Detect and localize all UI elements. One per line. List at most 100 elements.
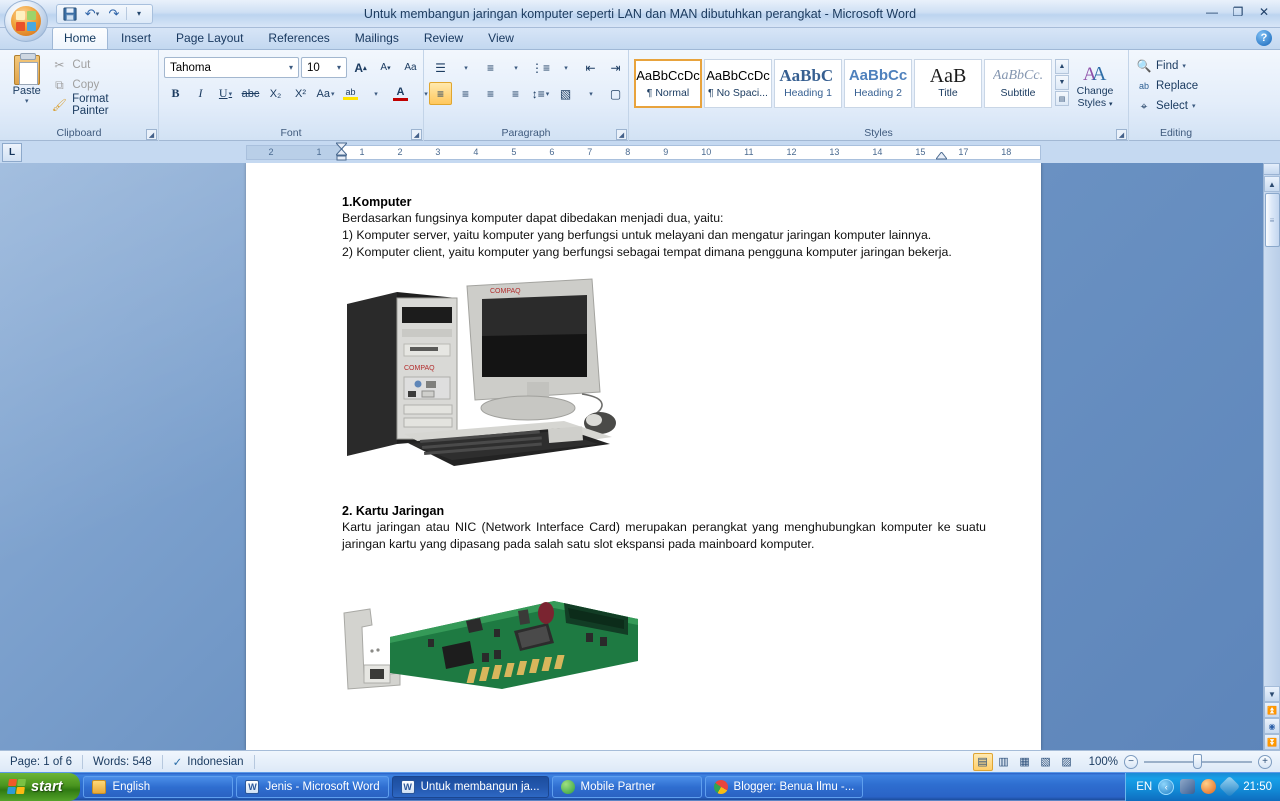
format-painter-button[interactable]: 🖌 Format Painter xyxy=(48,96,153,114)
justify-icon[interactable]: ≡ xyxy=(504,82,527,105)
style-subtitle[interactable]: AaBbCc. Subtitle xyxy=(984,59,1052,108)
indent-markers[interactable] xyxy=(336,142,347,161)
tray-language[interactable]: EN xyxy=(1136,781,1152,793)
office-button[interactable] xyxy=(4,0,48,42)
task-button-blogger-chrome[interactable]: Blogger: Benua Ilmu -... xyxy=(705,776,864,798)
styles-more-button[interactable]: ▤ xyxy=(1055,91,1069,106)
view-web-layout[interactable]: ▦ xyxy=(1015,753,1035,771)
chevron-down-icon[interactable]: ▾ xyxy=(286,63,296,72)
zoom-control[interactable]: 100% − + xyxy=(1081,755,1280,769)
task-button-mobile-partner[interactable]: Mobile Partner xyxy=(552,776,702,798)
show-hidden-icons-icon[interactable]: ‹ xyxy=(1158,779,1174,795)
style-title[interactable]: AaB Title xyxy=(914,59,982,108)
chevron-down-icon[interactable]: ▾ xyxy=(1182,62,1186,70)
align-center-icon[interactable]: ≡ xyxy=(454,82,477,105)
tab-view[interactable]: View xyxy=(476,27,526,49)
dropbox-icon[interactable] xyxy=(1219,776,1240,797)
bullets-caret[interactable]: ▾ xyxy=(454,56,477,79)
chevron-down-icon[interactable]: ▾ xyxy=(334,63,344,72)
document-canvas[interactable]: 1.Komputer Berdasarkan fungsinya kompute… xyxy=(0,163,1280,750)
style-heading-1[interactable]: AaBbC Heading 1 xyxy=(774,59,842,108)
multilevel-caret[interactable]: ▾ xyxy=(554,56,577,79)
multilevel-list-icon[interactable]: ⋮≡ xyxy=(529,56,552,79)
style-normal[interactable]: AaBbCcDc ¶ Normal xyxy=(634,59,702,108)
view-draft[interactable]: ▨ xyxy=(1057,753,1077,771)
superscript-button[interactable]: X² xyxy=(289,82,312,105)
italic-button[interactable]: I xyxy=(189,82,212,105)
horizontal-ruler[interactable]: 2 1 1 2 3 4 5 6 7 8 9 10 11 12 13 14 15 … xyxy=(246,145,1041,160)
numbering-caret[interactable]: ▾ xyxy=(504,56,527,79)
undo-icon[interactable]: ↶▾ xyxy=(82,5,102,22)
select-browse-object-button[interactable]: ◉ xyxy=(1264,718,1280,734)
scroll-up-button[interactable]: ▲ xyxy=(1264,176,1280,192)
proofing-status[interactable]: ✓ Indonesian xyxy=(163,751,254,773)
network-icon[interactable] xyxy=(1180,779,1195,794)
change-case-button[interactable]: Aa▾ xyxy=(314,82,337,105)
styles-scroll-down-button[interactable]: ▼ xyxy=(1055,75,1069,90)
decrease-indent-icon[interactable]: ⇤ xyxy=(579,56,602,79)
task-button-english[interactable]: English xyxy=(83,776,233,798)
task-button-jenis-word[interactable]: W Jenis - Microsoft Word xyxy=(236,776,388,798)
replace-button[interactable]: ab Replace xyxy=(1134,76,1204,96)
start-button[interactable]: start xyxy=(0,773,80,801)
styles-dialog-launcher[interactable]: ◢ xyxy=(1116,129,1127,140)
tab-review[interactable]: Review xyxy=(412,27,475,49)
save-icon[interactable] xyxy=(60,5,80,22)
tab-home[interactable]: Home xyxy=(52,27,108,49)
copy-button[interactable]: ⧉ Copy xyxy=(48,76,153,94)
paragraph-dialog-launcher[interactable]: ◢ xyxy=(616,129,627,140)
shading-caret[interactable]: ▾ xyxy=(579,82,602,105)
page-indicator[interactable]: Page: 1 of 6 xyxy=(0,751,82,773)
style-heading-2[interactable]: AaBbCc Heading 2 xyxy=(844,59,912,108)
zoom-slider-thumb[interactable] xyxy=(1193,754,1202,769)
line-spacing-icon[interactable]: ↕≡▾ xyxy=(529,82,552,105)
font-color-button[interactable]: A xyxy=(389,82,412,105)
help-icon[interactable]: ? xyxy=(1256,30,1272,46)
chevron-down-icon[interactable]: ▾ xyxy=(1192,102,1196,110)
text-highlight-button[interactable]: ab xyxy=(339,82,362,105)
zoom-slider-track[interactable] xyxy=(1144,761,1252,763)
style-no-spacing[interactable]: AaBbCcDc ¶ No Spaci... xyxy=(704,59,772,108)
tab-stop-selector-button[interactable]: L xyxy=(2,143,22,162)
previous-page-button[interactable]: ⏫ xyxy=(1264,702,1280,718)
strikethrough-button[interactable]: abc xyxy=(239,82,262,105)
word-count[interactable]: Words: 548 xyxy=(83,751,162,773)
scroll-down-button[interactable]: ▼ xyxy=(1264,686,1280,702)
select-button[interactable]: ⌖ Select ▾ xyxy=(1134,96,1201,116)
borders-icon[interactable]: ▢ xyxy=(604,82,627,105)
zoom-out-button[interactable]: − xyxy=(1124,755,1138,769)
clear-formatting-button[interactable]: Aa xyxy=(399,56,422,79)
bold-button[interactable]: B xyxy=(164,82,187,105)
underline-button[interactable]: U▾ xyxy=(214,82,237,105)
next-page-button[interactable]: ⏬ xyxy=(1264,734,1280,750)
view-outline[interactable]: ▧ xyxy=(1036,753,1056,771)
scrollbar-thumb[interactable]: ≡ xyxy=(1265,193,1280,247)
zoom-in-button[interactable]: + xyxy=(1258,755,1272,769)
redo-icon[interactable]: ↷ xyxy=(104,5,124,22)
close-button[interactable]: ✕ xyxy=(1252,3,1276,21)
highlight-caret[interactable]: ▾ xyxy=(364,82,387,105)
chevron-down-icon[interactable]: ▾ xyxy=(129,5,149,22)
maximize-button[interactable]: ❐ xyxy=(1226,3,1250,21)
font-dialog-launcher[interactable]: ◢ xyxy=(411,129,422,140)
paste-button[interactable]: Paste ▾ xyxy=(5,53,48,105)
tab-mailings[interactable]: Mailings xyxy=(343,27,411,49)
page-content[interactable]: 1.Komputer Berdasarkan fungsinya kompute… xyxy=(246,163,1041,691)
increase-indent-icon[interactable]: ⇥ xyxy=(604,56,627,79)
align-left-icon[interactable]: ≡ xyxy=(429,82,452,105)
image-network-card[interactable] xyxy=(342,581,642,691)
view-full-screen-reading[interactable]: ▥ xyxy=(994,753,1014,771)
font-name-combo[interactable]: Tahoma ▾ xyxy=(164,57,299,78)
font-size-combo[interactable]: 10 ▾ xyxy=(301,57,347,78)
numbering-icon[interactable]: ≡ xyxy=(479,56,502,79)
right-indent-marker[interactable] xyxy=(936,149,947,163)
shrink-font-button[interactable]: A▾ xyxy=(374,56,397,79)
bullets-icon[interactable]: ☰ xyxy=(429,56,452,79)
vertical-scrollbar[interactable]: ▲ ≡ ▼ ⏫ ◉ ⏬ xyxy=(1263,163,1280,750)
change-styles-button[interactable]: AA ChangeStyles ▾ xyxy=(1069,59,1121,111)
tab-insert[interactable]: Insert xyxy=(109,27,163,49)
document-page[interactable]: 1.Komputer Berdasarkan fungsinya kompute… xyxy=(246,163,1041,750)
tab-page-layout[interactable]: Page Layout xyxy=(164,27,255,49)
shading-icon[interactable]: ▧ xyxy=(554,82,577,105)
styles-scroll-up-button[interactable]: ▲ xyxy=(1055,59,1069,74)
